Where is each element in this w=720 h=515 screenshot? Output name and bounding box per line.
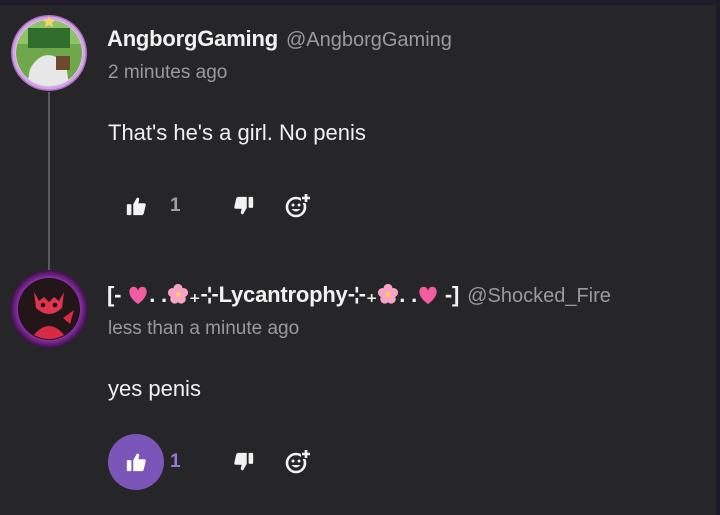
like-count: 1: [170, 451, 181, 472]
comment-header: [- . . ₊⊹Lycantrophy⊹₊ . . -] @Shocked_Fire: [107, 282, 611, 311]
timestamp: 2 minutes ago: [108, 62, 228, 83]
author-name[interactable]: [- . . ₊⊹Lycantrophy⊹₊ . . -]: [107, 282, 459, 307]
author-name-separator: . .: [399, 282, 417, 307]
comment-text: yes penis: [108, 376, 201, 401]
add-reaction-button[interactable]: [278, 442, 318, 482]
add-reaction-icon: [285, 193, 311, 218]
cherry-blossom-emoji: [167, 283, 189, 311]
avatar[interactable]: [10, 270, 88, 348]
window-top-strip: [0, 0, 720, 5]
comment-actions: 1: [108, 434, 318, 490]
author-handle[interactable]: @AngborgGaming: [286, 29, 452, 51]
cherry-blossom-emoji: [377, 283, 399, 311]
thumbs-down-icon: [234, 196, 254, 215]
like-button[interactable]: [108, 434, 164, 490]
comment-header: AngborgGaming @AngborgGaming: [107, 26, 452, 52]
thumbs-up-icon: [126, 453, 146, 472]
thumbs-down-icon: [234, 452, 254, 471]
window-right-edge: [716, 0, 720, 515]
comment-text: That's he's a girl. No penis: [108, 120, 366, 145]
dislike-button[interactable]: [224, 186, 264, 226]
thread-connector-line: [48, 92, 50, 272]
add-reaction-button[interactable]: [278, 186, 318, 226]
author-name[interactable]: AngborgGaming: [107, 26, 278, 51]
thumbs-up-icon: [126, 197, 146, 216]
add-reaction-icon: [285, 449, 311, 474]
author-name-prefix: [-: [107, 282, 122, 307]
pink-heart-emoji: [127, 285, 149, 311]
comment-actions: 1: [108, 178, 318, 234]
dislike-button[interactable]: [224, 442, 264, 482]
timestamp: less than a minute ago: [108, 318, 300, 339]
avatar[interactable]: [10, 14, 88, 92]
author-name-separator: . .: [149, 282, 167, 307]
author-name-core: ₊⊹Lycantrophy⊹₊: [188, 282, 378, 307]
author-handle[interactable]: @Shocked_Fire: [467, 285, 611, 307]
like-count: 1: [170, 195, 181, 216]
pink-heart-emoji: [417, 285, 439, 311]
author-name-suffix: -]: [444, 282, 460, 307]
like-button[interactable]: [108, 178, 164, 234]
